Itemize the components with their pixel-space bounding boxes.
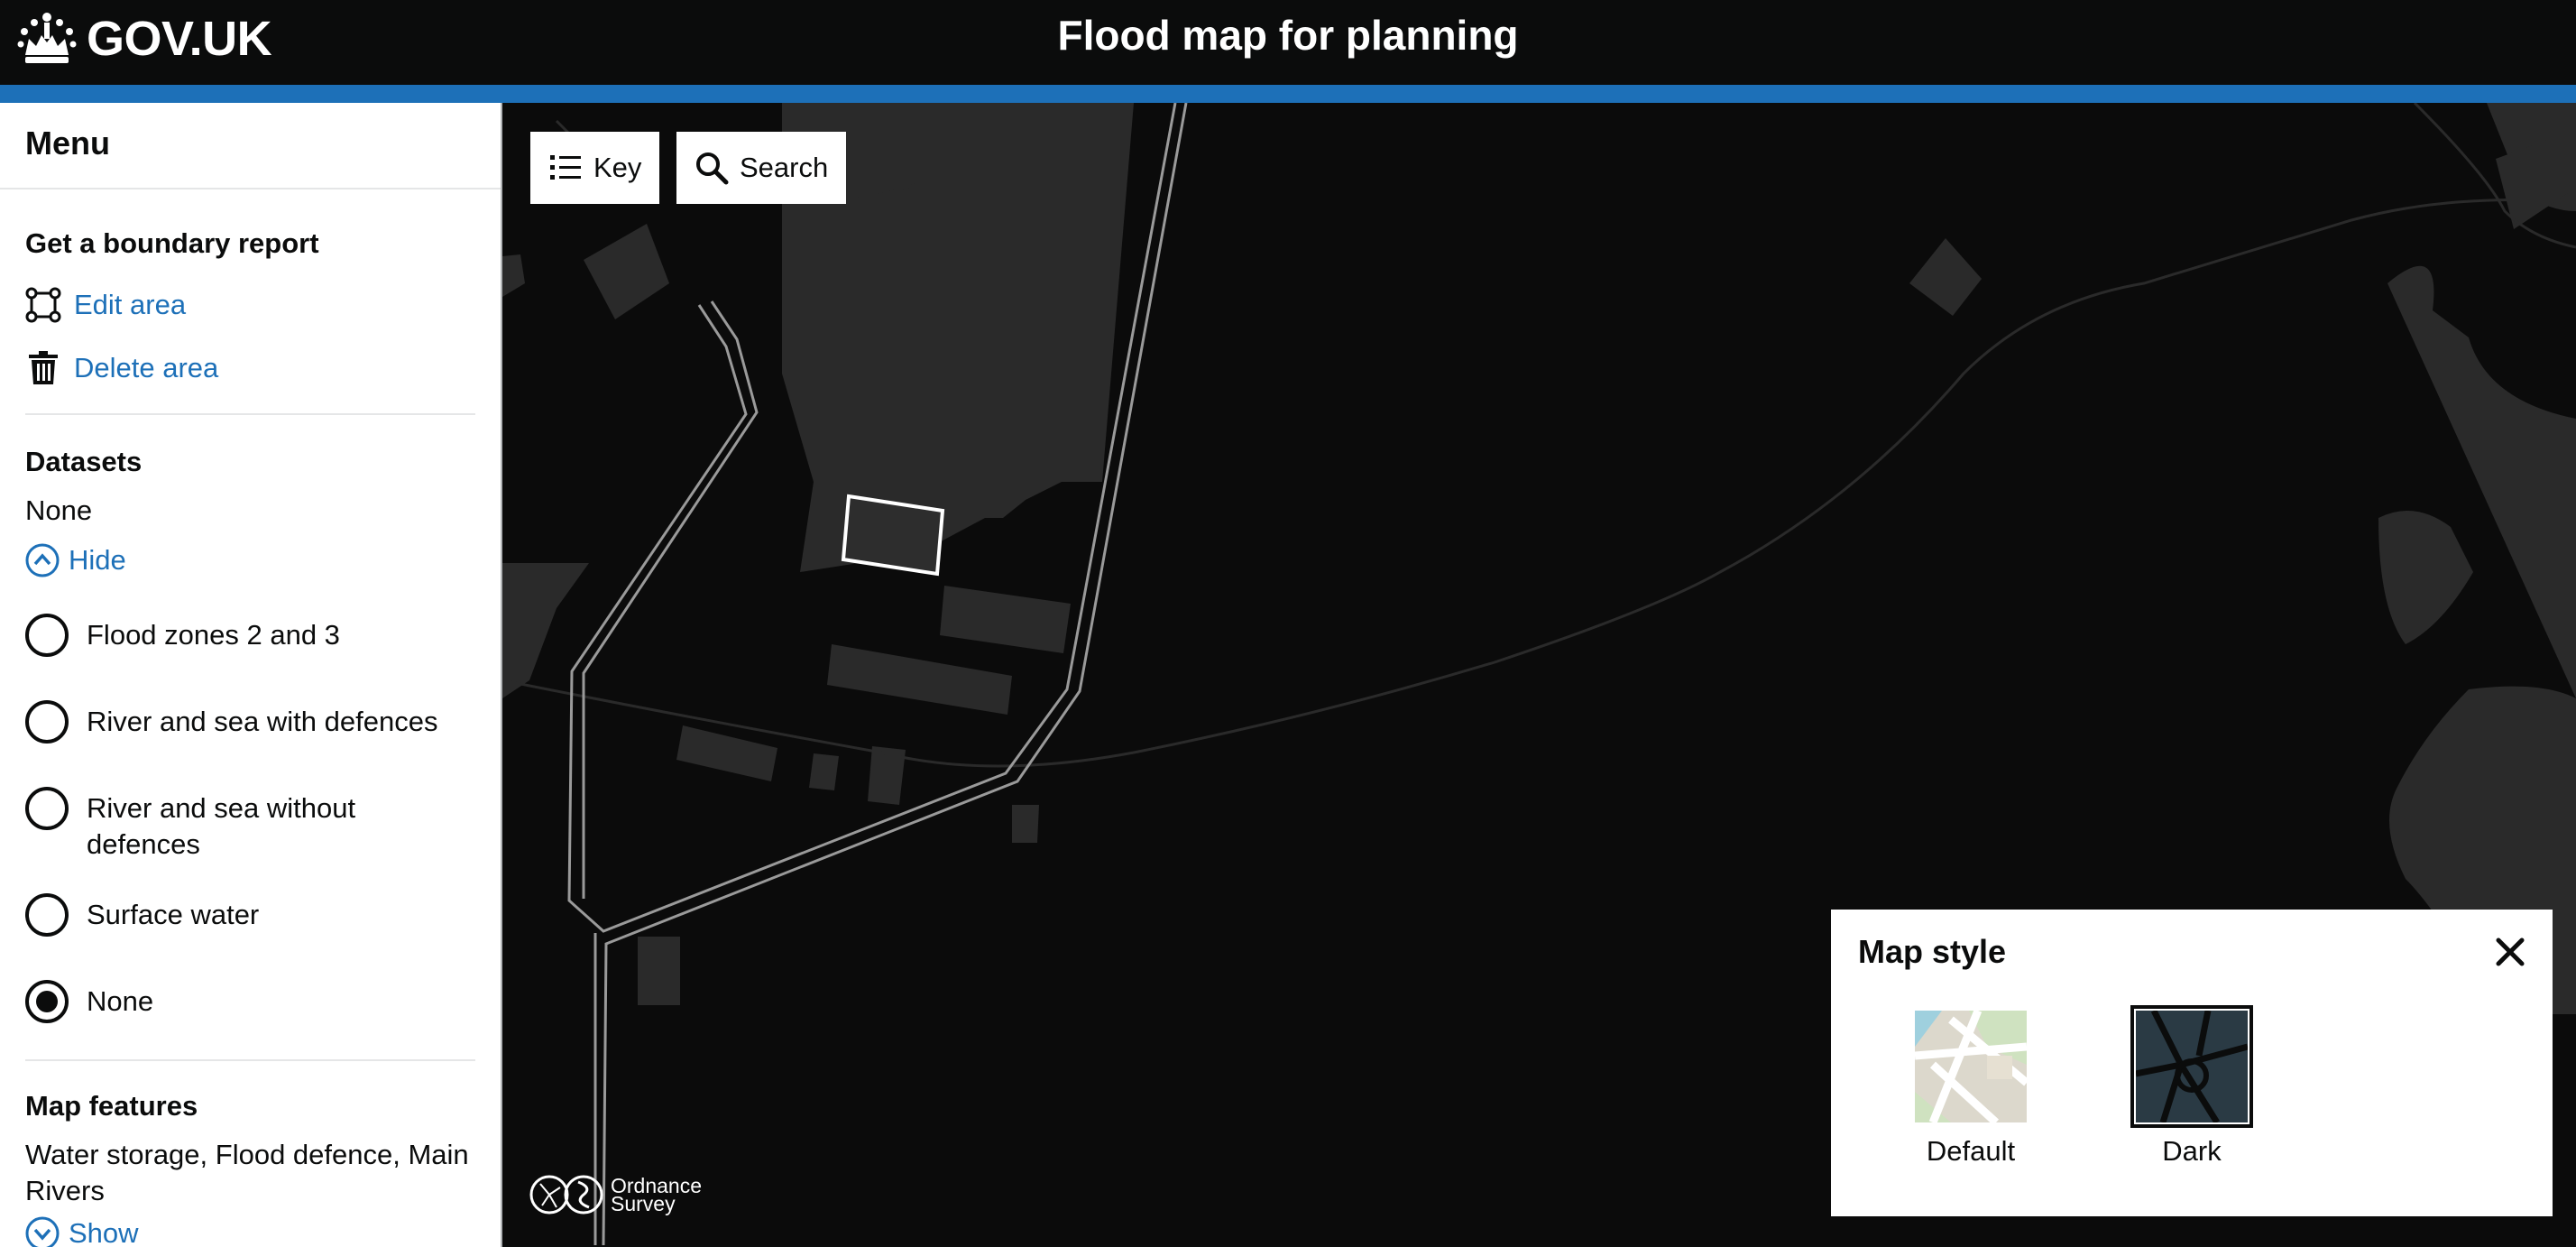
edit-area-link[interactable]: Edit area bbox=[25, 287, 475, 323]
dataset-option-flood-zones[interactable]: Flood zones 2 and 3 bbox=[25, 614, 475, 660]
datasets-hide-label: Hide bbox=[69, 544, 126, 576]
style-thumbnail-dark bbox=[2130, 1005, 2253, 1128]
radio-button-selected[interactable] bbox=[25, 980, 69, 1023]
datasets-hide-toggle[interactable]: Hide bbox=[25, 543, 475, 577]
dataset-option-label: River and sea without defences bbox=[87, 792, 356, 860]
search-icon bbox=[696, 152, 729, 185]
dataset-option-river-sea-without-defences[interactable]: River and sea without defences bbox=[25, 787, 404, 863]
dataset-option-none[interactable]: None bbox=[25, 980, 475, 1027]
close-icon[interactable] bbox=[2489, 931, 2531, 973]
boundary-section-title: Get a boundary report bbox=[25, 227, 319, 259]
trash-icon bbox=[29, 351, 58, 384]
dataset-option-label: Surface water bbox=[87, 899, 260, 930]
ordnance-survey-logo: Ordnance Survey bbox=[529, 1173, 702, 1216]
edit-area-icon bbox=[25, 287, 61, 323]
style-thumbnail-default bbox=[1915, 1011, 2027, 1122]
key-button-label: Key bbox=[593, 152, 642, 183]
delete-area-link[interactable]: Delete area bbox=[25, 350, 475, 386]
map-features-show-label: Show bbox=[69, 1217, 139, 1247]
map-style-panel: Map style Default Dark bbox=[1831, 910, 2553, 1216]
dataset-option-river-sea-with-defences[interactable]: River and sea with defences bbox=[25, 700, 475, 747]
header: GOV.UK Flood map for planning bbox=[0, 0, 2576, 85]
chevron-down-icon bbox=[25, 1216, 60, 1247]
datasets-section-title: Datasets bbox=[25, 446, 143, 477]
service-title[interactable]: Flood map for planning bbox=[0, 11, 2576, 60]
header-accent-bar bbox=[0, 85, 2576, 103]
radio-button[interactable] bbox=[25, 893, 69, 937]
sidebar-menu: Menu Get a boundary report Edit area Del… bbox=[0, 103, 502, 1247]
style-option-dark-label: Dark bbox=[2162, 1135, 2222, 1167]
datasets-selected-summary: None bbox=[25, 494, 93, 526]
style-option-default-label: Default bbox=[1926, 1135, 2016, 1167]
radio-button[interactable] bbox=[25, 614, 69, 657]
search-button[interactable]: Search bbox=[676, 132, 847, 204]
os-logo-icon bbox=[529, 1175, 603, 1215]
menu-title: Menu bbox=[0, 103, 501, 189]
search-button-label: Search bbox=[740, 152, 829, 183]
chevron-up-icon bbox=[25, 543, 60, 577]
map-features-show-toggle[interactable]: Show bbox=[25, 1216, 475, 1247]
edit-area-label: Edit area bbox=[74, 289, 187, 320]
dataset-option-label: None bbox=[87, 985, 154, 1017]
style-option-dark[interactable]: Dark bbox=[2129, 1005, 2255, 1168]
list-icon bbox=[550, 155, 581, 180]
dataset-option-label: River and sea with defences bbox=[87, 706, 438, 737]
dataset-option-label: Flood zones 2 and 3 bbox=[87, 619, 340, 651]
map-style-title: Map style bbox=[1858, 933, 2007, 970]
key-button[interactable]: Key bbox=[530, 132, 660, 204]
map-features-summary: Water storage, Flood defence, Main River… bbox=[25, 1139, 469, 1206]
radio-button[interactable] bbox=[25, 787, 69, 830]
delete-area-label: Delete area bbox=[74, 352, 219, 383]
attribution-line2: Survey bbox=[611, 1192, 676, 1215]
dataset-option-surface-water[interactable]: Surface water bbox=[25, 893, 475, 940]
style-option-default[interactable]: Default bbox=[1908, 1011, 2034, 1168]
map-features-section-title: Map features bbox=[25, 1090, 198, 1122]
radio-button[interactable] bbox=[25, 700, 69, 744]
